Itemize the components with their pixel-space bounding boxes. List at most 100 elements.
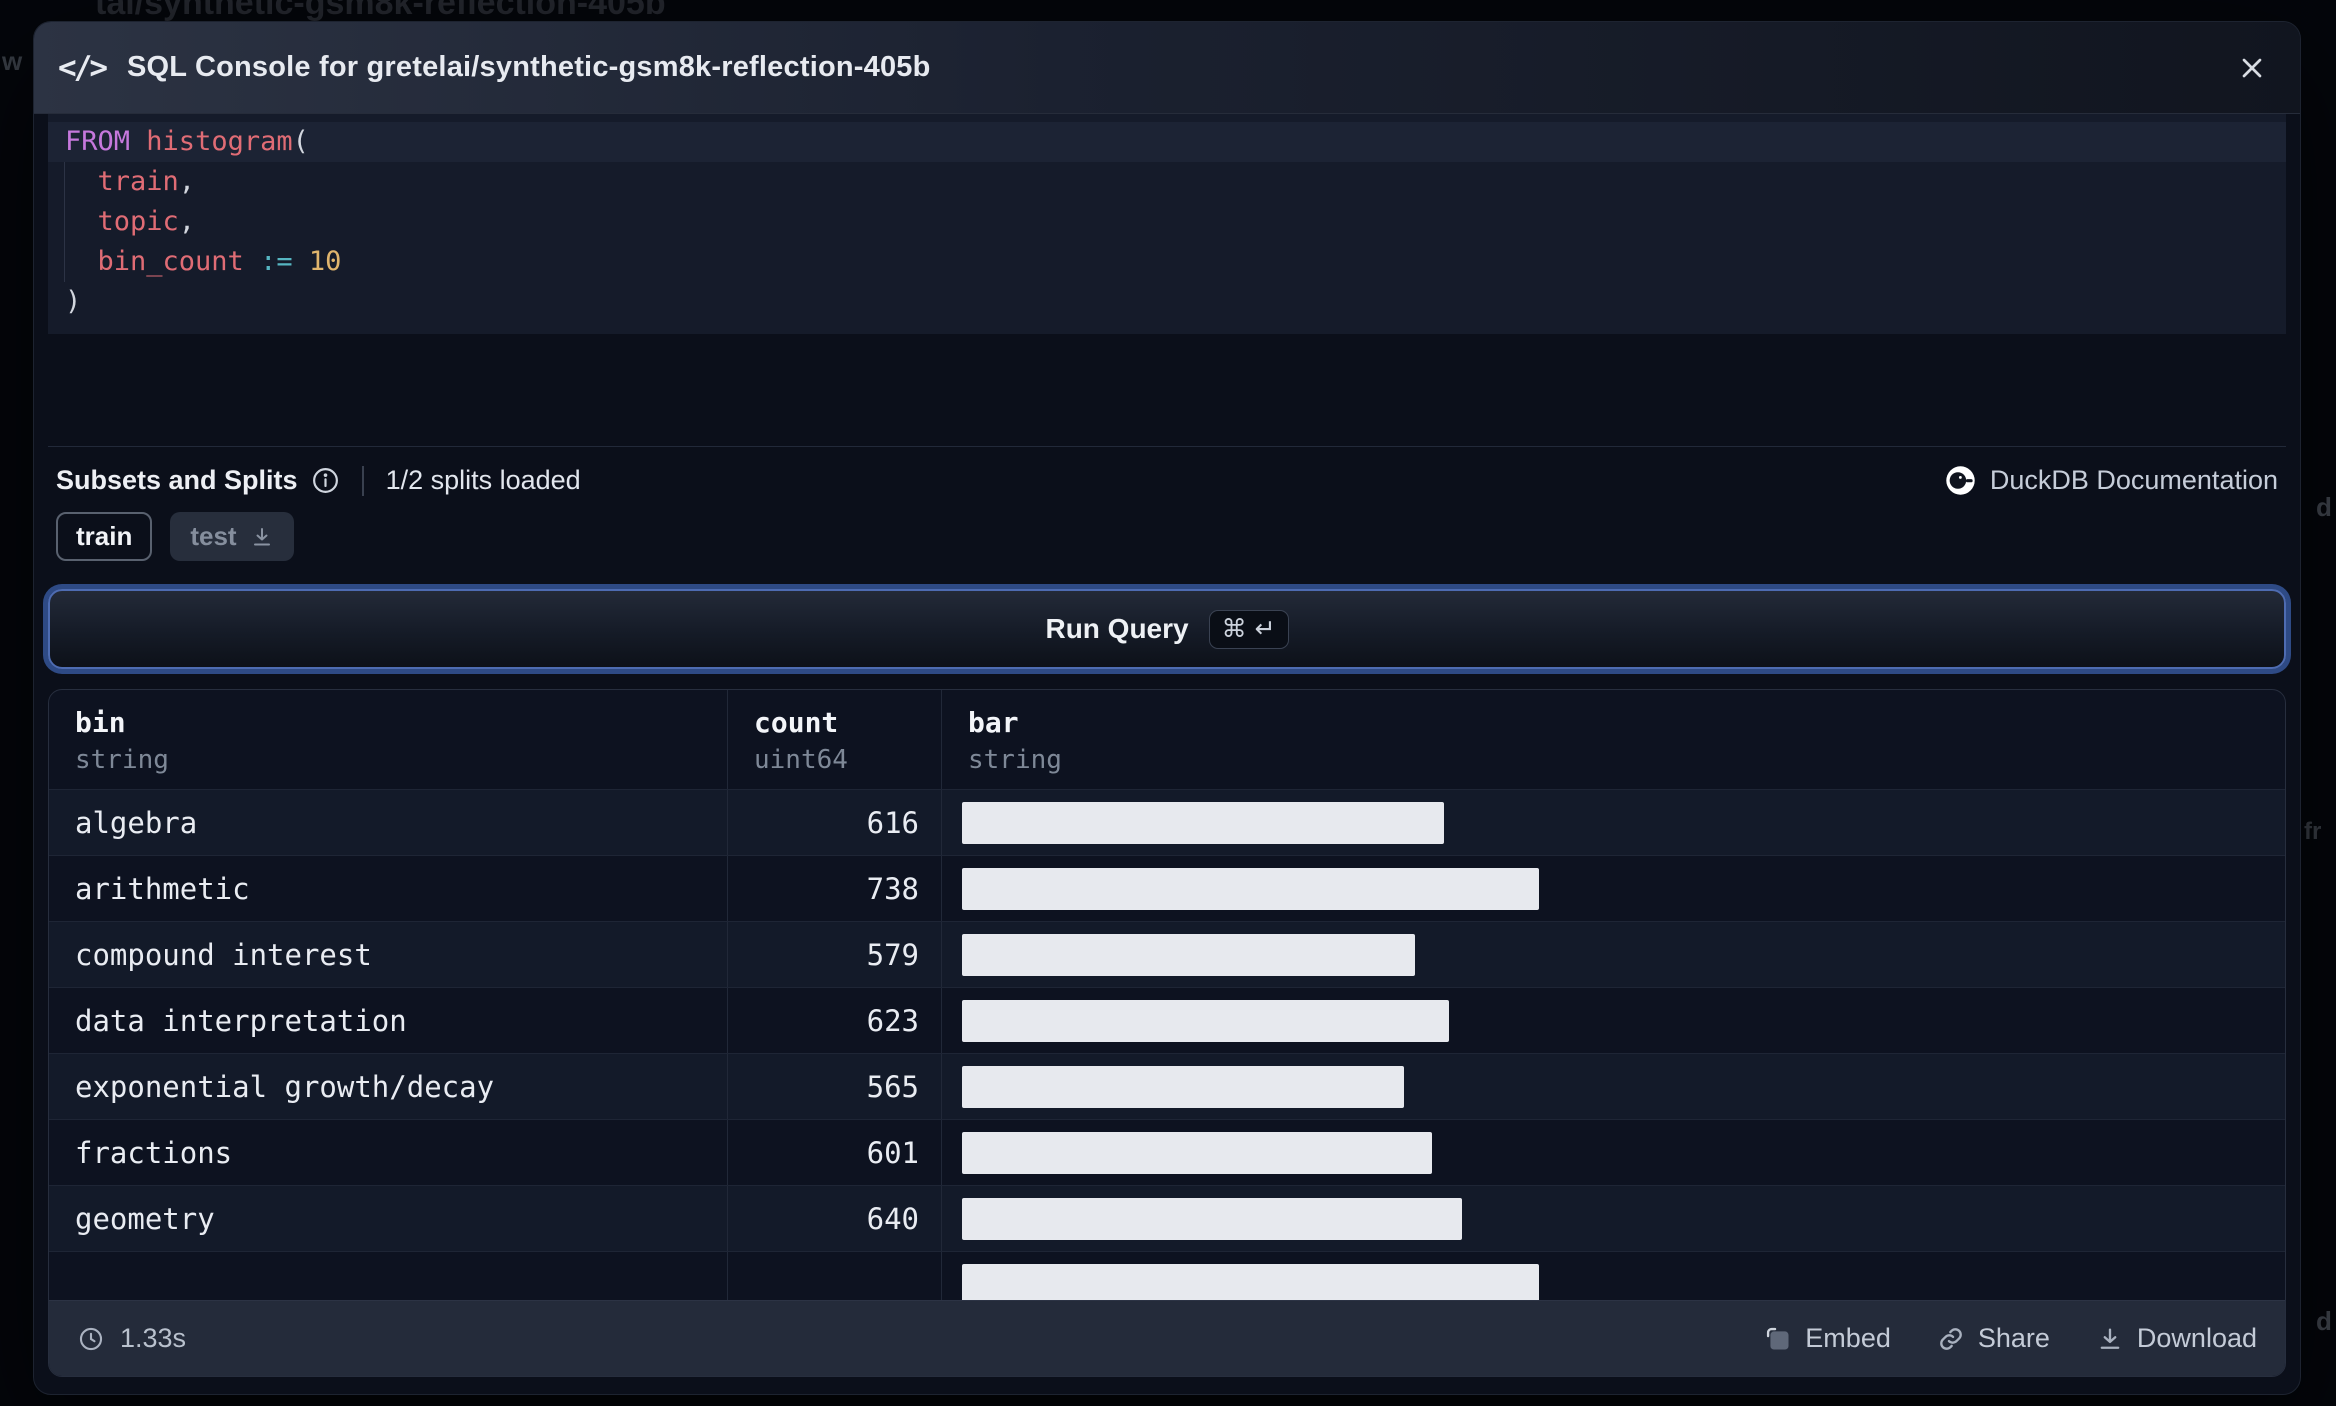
share-button[interactable]: Share (1937, 1323, 2050, 1354)
results-card: bin string count uint64 bar string algebra 616 a… (48, 689, 2286, 1377)
column-name: count (754, 706, 839, 740)
run-query-button[interactable]: Run Query ⌘ ↵ (48, 589, 2286, 670)
divider (361, 465, 364, 496)
share-label: Share (1977, 1323, 2050, 1353)
cell-count: 623 (728, 988, 942, 1054)
code-token: train (65, 166, 179, 197)
query-duration: 1.33s (77, 1323, 186, 1354)
column-type: string (968, 745, 1062, 776)
histogram-bar (962, 1197, 1462, 1240)
split-chip-test-label: test (190, 521, 237, 551)
code-icon: </> (58, 49, 108, 86)
histogram-bar (962, 999, 1449, 1042)
code-token: bin_count (65, 246, 244, 277)
duckdb-logo-icon (1946, 466, 1975, 495)
cell-bin: arithmetic (49, 856, 728, 922)
subsets-section-header: Subsets and Splits 1/2 splits loaded Duc… (56, 465, 2278, 496)
download-split-icon (253, 527, 270, 546)
duckdb-documentation-link[interactable]: DuckDB Documentation (1945, 465, 2278, 496)
column-type: string (75, 745, 169, 776)
background-text-fragment: w (2, 46, 23, 76)
page-backdrop: { "backdrop": { "fragments": [ { "text":… (0, 0, 2336, 1406)
histogram-bar (962, 1263, 1539, 1300)
download-button[interactable]: Download (2096, 1323, 2257, 1354)
cell-bar (942, 922, 2285, 987)
column-header-count: count uint64 (728, 690, 942, 790)
cell-count: 616 (728, 790, 942, 856)
histogram-bar (962, 1065, 1404, 1108)
embed-button[interactable]: Embed (1764, 1323, 1891, 1354)
histogram-bar (962, 1131, 1432, 1174)
cell-bar (942, 1054, 2285, 1119)
code-token: FROM (65, 126, 131, 157)
column-header-bin: bin string (49, 690, 728, 790)
share-link-icon (1940, 1327, 1962, 1350)
code-token: , (178, 166, 196, 197)
code-line: FROM histogram( (48, 122, 2286, 162)
modal-header: </> SQL Console for gretelai/synthetic-g… (34, 22, 2300, 114)
cell-count: 565 (728, 1054, 942, 1120)
background-text-fragment: fr (2304, 818, 2322, 845)
table-row: fractions 601 (49, 1119, 2285, 1186)
column-type: uint64 (754, 745, 848, 776)
duckdb-documentation-label: DuckDB Documentation (1989, 465, 2278, 495)
code-token: , (178, 206, 196, 237)
sql-console-modal: </> SQL Console for gretelai/synthetic-g… (33, 21, 2301, 1395)
cell-bar (942, 988, 2285, 1053)
cell-bin: fractions (49, 1120, 728, 1186)
modal-title: SQL Console for gretelai/synthetic-gsm8k… (127, 51, 931, 83)
code-token: := (260, 246, 293, 277)
query-duration-value: 1.33s (120, 1323, 187, 1353)
run-query-label: Run Query (1045, 613, 1189, 645)
code-token: ( (292, 126, 309, 157)
histogram-bar (962, 867, 1539, 910)
sql-editor-zone: FROM histogram( train, topic, bin_count … (48, 114, 2286, 447)
embed-label: Embed (1805, 1323, 1891, 1353)
cell-bar (942, 856, 2285, 921)
code-token: topic (65, 206, 179, 237)
histogram-bar (962, 933, 1415, 976)
split-chip-train[interactable]: train (56, 512, 153, 562)
background-text-fragment: tai/synthetic-gsm8k-reflection-405b (95, 0, 666, 22)
editor-empty-space (48, 334, 2286, 446)
download-label: Download (2136, 1323, 2257, 1353)
table-row: arithmetic 738 (49, 855, 2285, 922)
cell-bin: algebra (49, 790, 728, 856)
cell-bar (942, 1252, 2285, 1300)
cell-bar (942, 790, 2285, 855)
split-chips: train test (56, 512, 2278, 562)
modal-body: FROM histogram( train, topic, bin_count … (34, 114, 2300, 1394)
background-text-fragment: d (2316, 492, 2332, 522)
table-header-row: bin string count uint64 bar string (49, 690, 2285, 790)
cell-count: 738 (728, 856, 942, 922)
code-line: bin_count := 10 (48, 242, 2286, 282)
table-row: data interpretation 623 (49, 987, 2285, 1054)
column-name: bar (968, 706, 1019, 740)
code-line: topic, (48, 202, 2286, 242)
split-chip-test[interactable]: test (170, 512, 294, 562)
cell-bin: exponential growth/decay (49, 1054, 728, 1120)
cell-count: 640 (728, 1186, 942, 1252)
results-table[interactable]: bin string count uint64 bar string algebra 616 a… (49, 690, 2285, 1300)
keyboard-shortcut-badge: ⌘ ↵ (1208, 609, 1289, 649)
background-text-fragment: d (2316, 1306, 2332, 1336)
results-footer: 1.33s Embed Share Download (49, 1300, 2285, 1376)
table-row: geometry 640 (49, 1185, 2285, 1252)
code-token: 10 (308, 246, 342, 277)
cell-bin: geometry (49, 1186, 728, 1252)
cell-count (728, 1252, 942, 1300)
sql-editor[interactable]: FROM histogram( train, topic, bin_count … (48, 114, 2286, 334)
info-icon[interactable] (311, 466, 340, 495)
cell-count: 601 (728, 1120, 942, 1186)
subsets-title: Subsets and Splits (56, 465, 298, 495)
column-header-bar: bar string (942, 690, 2285, 789)
close-button[interactable] (2230, 46, 2274, 90)
code-line: ) (48, 282, 2286, 322)
download-icon (2100, 1328, 2120, 1349)
column-name: bin (75, 706, 126, 740)
embed-icon (1767, 1327, 1789, 1349)
table-row (49, 1251, 2285, 1300)
footer-actions: Embed Share Download (1764, 1323, 2257, 1354)
